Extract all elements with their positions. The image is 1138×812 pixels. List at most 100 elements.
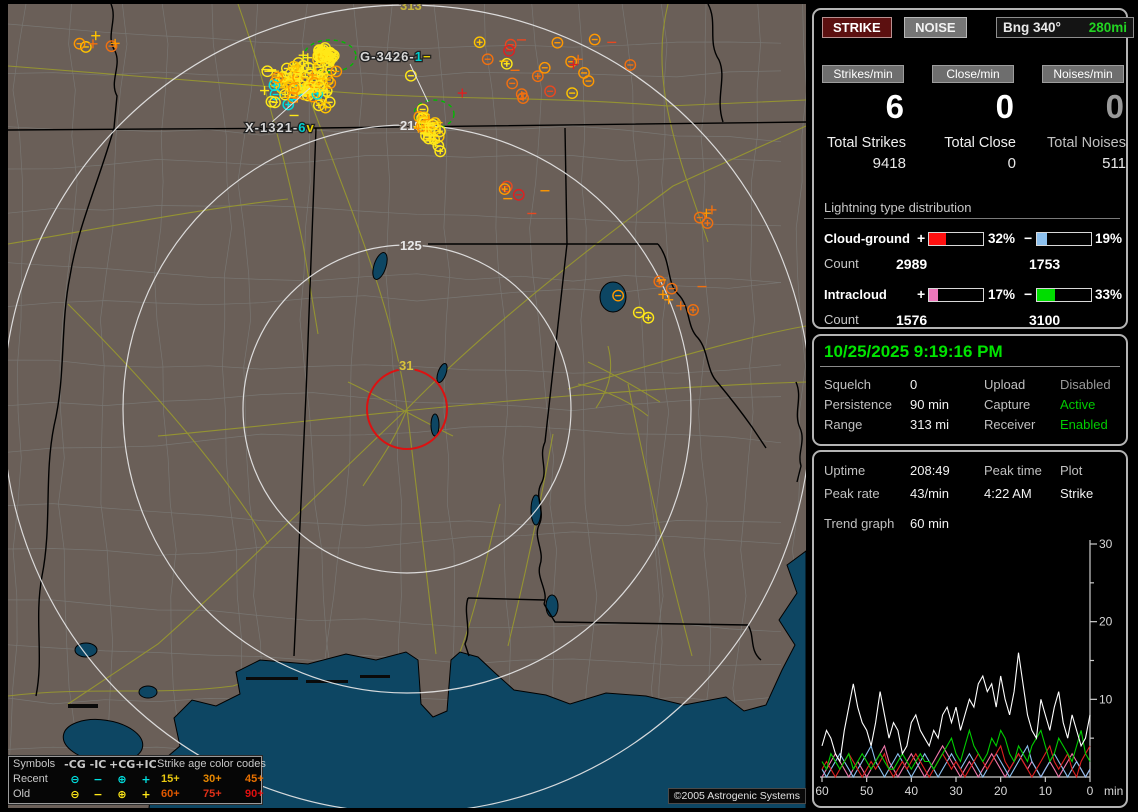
- copyright-notice: ©2005 Astrogenic Systems: [667, 788, 806, 804]
- close-per-min-chip: Close/min: [932, 65, 1014, 83]
- trend-series--IC: [821, 728, 1091, 771]
- svg-text:30: 30: [949, 784, 963, 798]
- persistence-label: Persistence: [824, 397, 892, 412]
- circle-plus-icon: ⊕: [117, 788, 127, 801]
- plus-icon: +: [141, 773, 151, 786]
- range-ring-label-125: 125: [400, 238, 422, 253]
- noise-mode-button[interactable]: NOISE: [904, 17, 967, 38]
- cg-minus-bar: [1036, 232, 1092, 246]
- age-code-45: 45+: [245, 773, 264, 785]
- age-code-60: 60+: [161, 788, 180, 800]
- receiver-status: Enabled: [1060, 417, 1108, 432]
- map-symbol-legend: Symbols -CG -IC +CG +IC Strike age color…: [8, 756, 266, 804]
- ic-minus-pct: 33%: [1095, 287, 1123, 302]
- age-code-75: 75+: [203, 788, 222, 800]
- ic-minus-count: 3100: [1029, 312, 1061, 328]
- plus-sign: +: [917, 286, 926, 302]
- cg-count-label: Count: [824, 256, 859, 271]
- minus-icon: −: [93, 773, 103, 786]
- cg-minus-pct: 19%: [1095, 231, 1123, 246]
- range-value: 313 mi: [910, 417, 950, 432]
- range-ring-label-313: 313: [400, 4, 422, 13]
- circle-plus-icon: ⊕: [117, 773, 127, 786]
- map-view[interactable]: 313 219 125 31 X-1321-6v G-3426-1− Symbols -C…: [8, 4, 806, 808]
- legend-title: Symbols: [13, 758, 56, 770]
- total-strikes-value: 9418: [872, 155, 906, 172]
- age-code-30: 30+: [203, 773, 222, 785]
- ic-plus-pct: 17%: [988, 287, 1016, 302]
- lightning-distribution: Lightning type distribution Cloud-ground…: [824, 200, 1123, 328]
- bearing-range-value: 280mi: [1088, 20, 1127, 35]
- bearing-value: Bng 340°: [1003, 20, 1061, 35]
- upload-status: Disabled: [1060, 377, 1111, 392]
- noises-per-min-chip: Noises/min: [1042, 65, 1124, 83]
- app-window: 313 219 125 31 X-1321-6v G-3426-1− Symbols -C…: [0, 0, 1138, 812]
- upload-label: Upload: [984, 377, 1026, 392]
- cg-plus-count: 2989: [896, 256, 928, 272]
- legend-col-ncg: -CG: [64, 758, 86, 771]
- strike-mode-button[interactable]: STRIKE: [822, 17, 892, 38]
- trend-box: Uptime 208:49 Peak time Plot Peak rate 4…: [812, 450, 1128, 808]
- ic-plus-count: 1576: [896, 312, 928, 328]
- datetime-display: 10/25/2025 9:19:16 PM: [824, 342, 1003, 361]
- legend-col-nic: -IC: [89, 758, 107, 771]
- svg-text:50: 50: [860, 784, 874, 798]
- persistence-value: 90 min: [910, 397, 950, 412]
- legend-col-pic: +IC: [135, 758, 157, 771]
- minus-sign: −: [1024, 230, 1033, 246]
- age-code-15: 15+: [161, 773, 180, 785]
- ic-plus-bar: [928, 288, 984, 302]
- legend-col-pcg: +CG: [109, 758, 136, 771]
- total-close-label: Total Close: [944, 135, 1016, 151]
- close-ring-label: 31: [399, 358, 413, 373]
- circle-minus-icon: ⊖: [70, 773, 80, 786]
- plus-icon: +: [141, 788, 151, 801]
- squelch-value: 0: [910, 377, 918, 392]
- svg-text:0: 0: [1087, 784, 1094, 798]
- capture-status: Active: [1060, 397, 1096, 412]
- svg-text:40: 40: [905, 784, 919, 798]
- lightning-map: 31321912531X-1321-6vG-3426-1−: [8, 4, 806, 808]
- side-panel: STRIKE NOISE Bng 340° 280mi Strikes/min …: [812, 8, 1134, 808]
- strikes-per-min-chip: Strikes/min: [822, 65, 904, 83]
- strikes-per-min-value: 6: [885, 88, 904, 125]
- svg-text:min: min: [1104, 784, 1123, 798]
- total-noises-label: Total Noises: [1047, 135, 1126, 151]
- trend-graph: 10 20 30 60 50 40 30 20 10 0 min: [815, 537, 1123, 798]
- cloud-ground-label: Cloud-ground: [824, 231, 910, 246]
- distribution-title: Lightning type distribution: [824, 200, 1120, 219]
- legend-row-recent-label: Recent: [13, 773, 48, 785]
- noises-per-min-value: 0: [1105, 88, 1124, 125]
- intracloud-label: Intracloud: [824, 287, 887, 302]
- legend-age-title: Strike age color codes: [157, 758, 266, 770]
- age-code-90: 90+: [245, 788, 264, 800]
- bearing-readout: Bng 340° 280mi: [996, 17, 1134, 38]
- storm-cell-label: G-3426-1−: [360, 49, 432, 64]
- svg-text:30: 30: [1099, 537, 1113, 551]
- legend-row-old-label: Old: [13, 788, 31, 800]
- plus-sign: +: [917, 230, 926, 246]
- total-close-value: 0: [1007, 155, 1016, 172]
- cg-plus-pct: 32%: [988, 231, 1016, 246]
- svg-text:10: 10: [1099, 692, 1113, 706]
- minus-icon: −: [93, 788, 103, 801]
- range-label: Range: [824, 417, 863, 432]
- capture-label: Capture: [984, 397, 1031, 412]
- minus-sign: −: [1024, 286, 1033, 302]
- svg-text:20: 20: [994, 784, 1008, 798]
- close-per-min-value: 0: [995, 88, 1014, 125]
- ic-count-label: Count: [824, 312, 859, 327]
- total-strikes-label: Total Strikes: [827, 135, 906, 151]
- divider: [820, 366, 1120, 367]
- cg-plus-bar: [928, 232, 984, 246]
- squelch-label: Squelch: [824, 377, 871, 392]
- svg-text:20: 20: [1099, 615, 1113, 629]
- svg-text:10: 10: [1039, 784, 1053, 798]
- circle-minus-icon: ⊖: [70, 788, 80, 801]
- svg-text:60: 60: [815, 784, 829, 798]
- storm-cell-label: X-1321-6v: [245, 120, 315, 135]
- total-noises-value: 511: [1102, 155, 1126, 172]
- cg-minus-count: 1753: [1029, 256, 1061, 272]
- status-box: 10/25/2025 9:19:16 PM Squelch 0 Upload D…: [812, 334, 1128, 446]
- receiver-label: Receiver: [984, 417, 1036, 432]
